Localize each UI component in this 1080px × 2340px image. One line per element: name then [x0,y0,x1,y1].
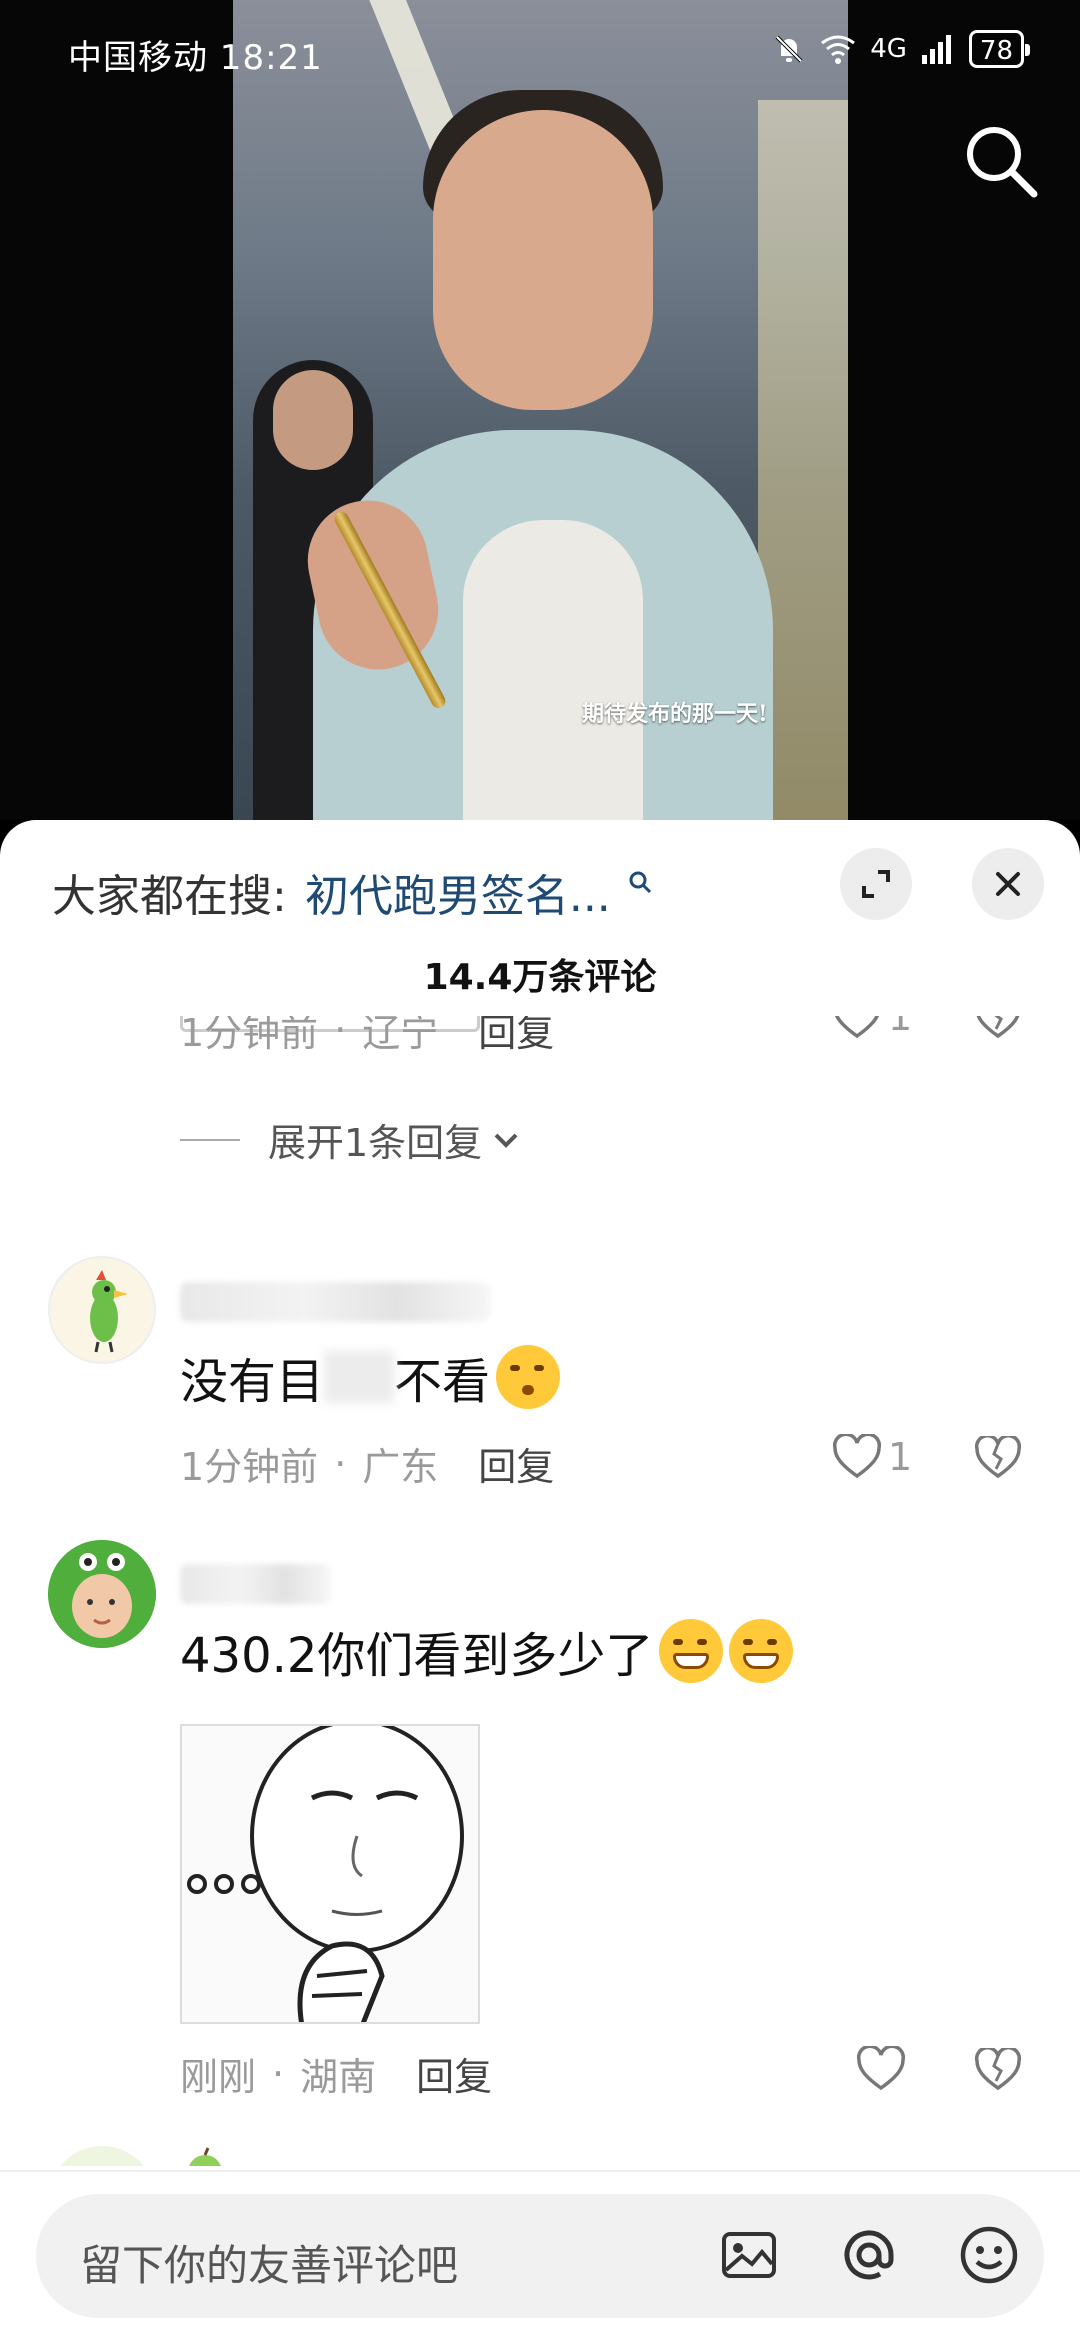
apple-avatar-icon [48,2146,156,2166]
hot-search-label: 大家都在搜: [52,871,287,922]
expand-button[interactable] [840,848,912,920]
comment-meta: 1分钟前 · 广东 回复 [180,1436,554,1491]
network-type: 4G [870,34,907,64]
comment-sticker-image[interactable] [180,1724,480,2024]
username[interactable] [180,1564,330,1604]
chevron-down-icon [494,1133,518,1148]
comment-time: 1分钟前 [180,1016,319,1055]
avatar[interactable] [48,1540,156,1648]
comment-text: 430.2你们看到多少了 [180,1616,794,1686]
parrot-avatar-icon [90,1270,128,1353]
video-caption: 期待发布的那一天! [582,701,768,727]
frog-hat-avatar-icon [48,1540,156,1648]
heart-icon [835,1016,879,1039]
heart-icon [856,2046,906,2091]
apple-icon [189,2147,221,2166]
avatar[interactable] [48,1256,156,1364]
comment-location: 广东 [362,1445,439,1489]
search-icon [629,871,651,894]
expand-replies-button[interactable]: 展开1条回复 [180,1112,522,1167]
like-button[interactable] [856,2046,906,2092]
username[interactable] [180,1282,490,1322]
like-count: 1 [888,1016,913,1039]
hot-search-bar[interactable]: 大家都在搜: 初代跑男签名... [52,860,653,924]
comment-list[interactable]: 1分钟前 · 辽宁 回复 1 展开1条回复 没有目 不看 1分钟前 · 广东 回… [0,1016,1080,2166]
mute-bell-icon [775,35,803,63]
comment-input-bar: 留下你的友善评论吧 [0,2170,1080,2340]
comment-location: 湖南 [300,2055,377,2099]
like-count: 1 [888,1435,913,1479]
comment-time: 刚刚 [180,2055,257,2099]
close-icon [996,872,1020,896]
search-icon[interactable] [962,122,1040,200]
broken-heart-icon[interactable] [974,2048,1022,2092]
heart-icon [832,1434,882,1479]
wifi-icon [821,35,856,64]
sleepy-emoji-icon [496,1345,561,1409]
comment-meta: 1分钟前 · 辽宁 回复 [180,1016,554,1057]
comment-count: 14.4万条评论 [423,957,657,998]
comment-sheet: 大家都在搜: 初代跑男签名... 14.4万条评论 1分钟前 · 辽宁 回复 1… [0,820,1080,2340]
status-bar: 中国移动 18:21 4G 78 [0,0,1080,100]
comment-meta: 刚刚 · 湖南 回复 [180,2046,492,2101]
close-button[interactable] [972,848,1044,920]
image-icon[interactable] [716,2222,782,2288]
broken-heart-icon[interactable] [974,1436,1022,1480]
broken-heart-icon[interactable] [974,1016,1022,1040]
like-button[interactable]: 1 [832,1016,912,1040]
reply-button[interactable]: 回复 [478,1016,554,1057]
thinking-face-sticker [187,1726,464,2022]
like-button[interactable]: 1 [832,1434,912,1480]
carrier-time: 中国移动 18:21 [68,38,323,78]
expand-replies-label: 展开1条回复 [268,1121,483,1165]
reply-button[interactable]: 回复 [416,2046,492,2101]
emoji-icon[interactable] [956,2222,1022,2288]
blurred-text [324,1351,395,1403]
comment-input-placeholder: 留下你的友善评论吧 [80,2241,459,2290]
battery-indicator: 78 [968,30,1031,68]
hot-search-term[interactable]: 初代跑男签名... [305,860,611,924]
comment-time: 1分钟前 [180,1445,319,1489]
reply-button[interactable]: 回复 [478,1436,554,1491]
comment-location: 辽宁 [362,1016,439,1055]
grin-emoji-icon [729,1619,794,1683]
at-icon[interactable] [836,2222,902,2288]
video-player[interactable]: 期待发布的那一天! [0,0,1080,820]
comment-text: 没有目 不看 [180,1342,561,1412]
avatar[interactable] [48,2146,156,2166]
expand-icon [862,870,890,898]
comment-input[interactable]: 留下你的友善评论吧 [36,2194,1044,2318]
grin-emoji-icon [659,1619,724,1683]
signal-icon [921,35,951,64]
